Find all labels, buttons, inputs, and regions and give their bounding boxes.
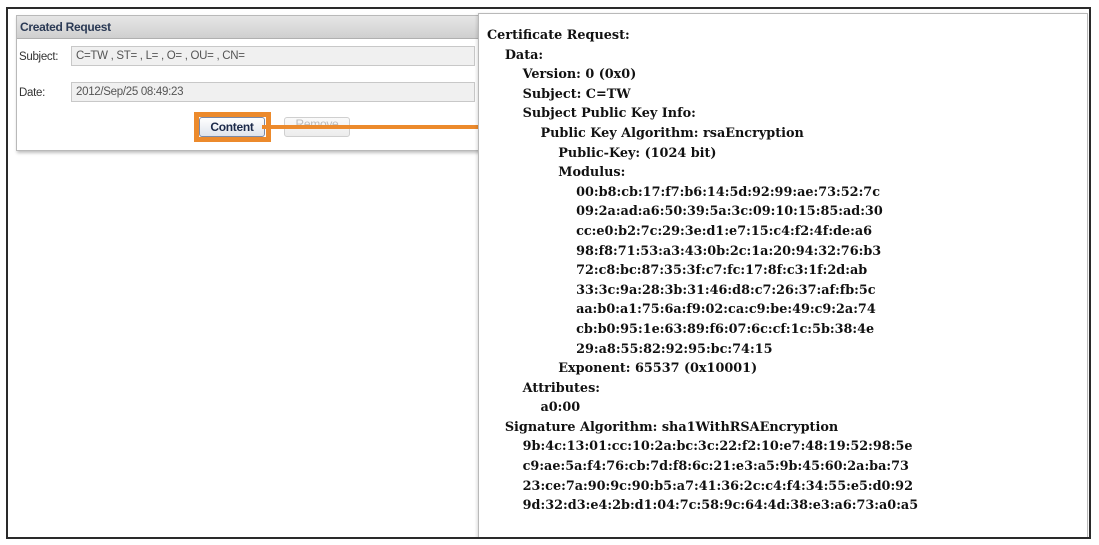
certificate-line: 00:b8:cb:17:f7:b6:14:5d:92:99:ae:73:52:7… xyxy=(576,184,881,200)
certificate-line: 09:2a:ad:a6:50:39:5a:3c:09:10:15:85:ad:3… xyxy=(576,204,883,220)
content-highlight-box xyxy=(194,112,271,142)
certificate-text: Certificate Request: Data: Version: 0 (0… xyxy=(487,26,918,516)
certificate-line: cc:e0:b2:7c:29:3e:d1:e7:15:c4:f2:4f:de:a… xyxy=(576,223,873,239)
subject-label: Subject: xyxy=(19,51,59,63)
screenshot-frame: Created Request Subject: C=TW , ST= , L=… xyxy=(6,7,1091,539)
certificate-line: Public-Key: (1024 bit) xyxy=(558,145,717,161)
certificate-content-panel: Certificate Request: Data: Version: 0 (0… xyxy=(478,13,1088,537)
certificate-line: 23:ce:7a:90:9c:90:b5:a7:41:36:2c:c4:f4:3… xyxy=(522,478,913,494)
certificate-line: Subject Public Key Info: xyxy=(522,106,696,122)
date-field[interactable]: 2012/Sep/25 08:49:23 xyxy=(71,82,475,102)
certificate-line: Data: xyxy=(504,47,544,63)
panel-title: Created Request xyxy=(17,16,479,39)
certificate-line: Attributes: xyxy=(522,380,601,396)
certificate-line: c9:ae:5a:f4:76:cb:7d:f8:6c:21:e3:a5:9b:4… xyxy=(522,459,909,475)
certificate-line: Modulus: xyxy=(558,165,626,181)
certificate-line: 72:c8:bc:87:35:3f:c7:fc:17:8f:c3:1f:2d:a… xyxy=(576,263,868,279)
certificate-line: Certificate Request: xyxy=(487,28,630,43)
certificate-line: 9b:4c:13:01:cc:10:2a:bc:3c:22:f2:10:e7:4… xyxy=(522,439,913,455)
certificate-line: Signature Algorithm: sha1WithRSAEncrypti… xyxy=(504,419,839,435)
certificate-line: Exponent: 65537 (0x10001) xyxy=(558,361,758,377)
certificate-line: a0:00 xyxy=(540,400,581,416)
certificate-line: 9d:32:d3:e4:2b:d1:04:7c:58:9c:64:4d:38:e… xyxy=(487,498,919,514)
subject-field[interactable]: C=TW , ST= , L= , O= , OU= , CN= xyxy=(71,46,475,66)
certificate-line: Public Key Algorithm: rsaEncryption xyxy=(540,125,804,141)
date-label: Date: xyxy=(19,87,45,99)
certificate-line: cb:b0:95:1e:63:89:f6:07:6c:cf:1c:5b:38:4… xyxy=(576,321,875,337)
certificate-line: 98:f8:71:53:a3:43:0b:2c:1a:20:94:32:76:b… xyxy=(576,243,882,259)
certificate-line: aa:b0:a1:75:6a:f9:02:ca:c9:be:49:c9:2a:7… xyxy=(576,302,876,318)
certificate-line: Version: 0 (0x0) xyxy=(522,67,637,83)
certificate-line: Subject: C=TW xyxy=(522,86,631,102)
certificate-line: 33:3c:9a:28:3b:31:46:d8:c7:26:37:af:fb:5… xyxy=(576,282,876,298)
certificate-line: 29:a8:55:82:92:95:bc:74:15 xyxy=(576,341,773,357)
